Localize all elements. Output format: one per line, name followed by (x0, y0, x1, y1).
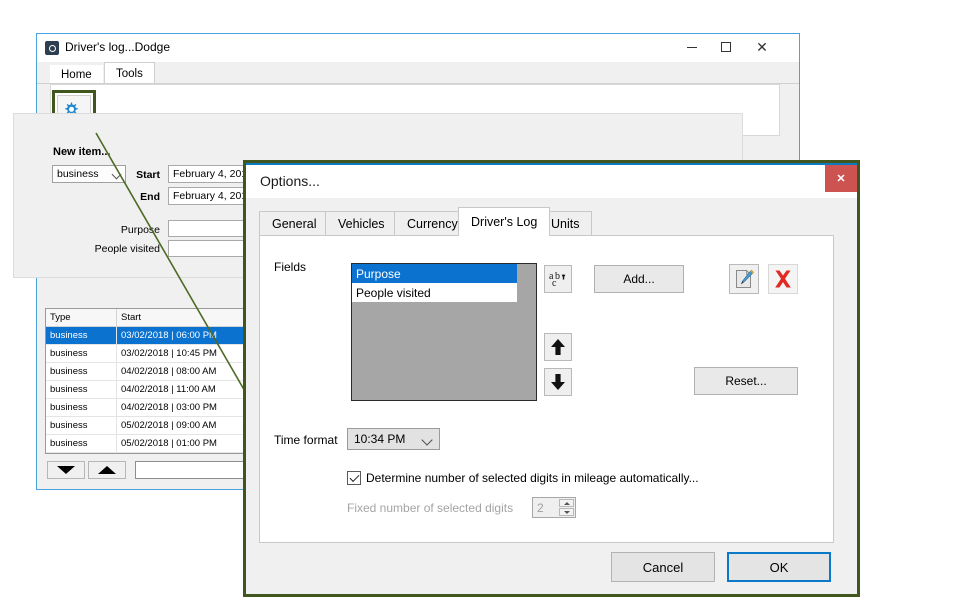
spinner-down-button[interactable] (559, 508, 574, 516)
cell-type: business (46, 381, 117, 399)
cell-type: business (46, 327, 117, 345)
fields-label: Fields (274, 260, 306, 274)
sort-alpha-ascending-icon: a b c (548, 269, 568, 289)
screen: Driver's log...Dodge ✕ Home Tools New it… (0, 0, 960, 600)
cell-start: 05/02/2018 | 01:00 PM (117, 435, 244, 453)
maximize-button[interactable] (711, 34, 741, 60)
cell-type: business (46, 453, 117, 455)
type-dropdown-value: business (57, 168, 98, 180)
app-icon (45, 41, 59, 55)
move-field-down-button[interactable] (544, 368, 572, 396)
window-title: Driver's log...Dodge (65, 40, 170, 54)
caret-up-icon (564, 502, 570, 505)
fields-list-item[interactable]: People visited (352, 283, 517, 302)
dialog-tabbar: General Vehicles Currency Driver's Log U… (259, 207, 834, 236)
cell-type: business (46, 399, 117, 417)
tab-general[interactable]: General (259, 211, 329, 236)
move-down-record-button[interactable] (47, 461, 85, 479)
minimize-button[interactable] (677, 34, 707, 60)
red-x-delete-icon (771, 267, 795, 291)
spinner-up-button[interactable] (559, 499, 574, 507)
tab-drivers-log[interactable]: Driver's Log (458, 207, 550, 236)
svg-text:c: c (552, 278, 557, 289)
cell-start: 04/02/2018 | 11:00 AM (117, 381, 244, 399)
time-format-dropdown[interactable]: 10:34 PM (347, 428, 440, 450)
cell-start: 04/02/2018 | 03:00 PM (117, 399, 244, 417)
move-field-up-button[interactable] (544, 333, 572, 361)
close-button[interactable]: ✕ (747, 34, 777, 60)
cell-type: business (46, 363, 117, 381)
fields-list-item[interactable]: Purpose (352, 264, 517, 283)
reset-button[interactable]: Reset... (694, 367, 798, 395)
tab-vehicles[interactable]: Vehicles (325, 211, 398, 236)
cell-type: business (46, 345, 117, 363)
cell-start: 03/02/2018 | 10:45 PM (117, 345, 244, 363)
arrow-down-icon (548, 372, 568, 392)
check-icon (349, 472, 359, 482)
dialog-close-button[interactable]: ✕ (825, 165, 857, 192)
column-header-type[interactable]: Type (46, 309, 117, 327)
people-visited-label: People visited (60, 243, 160, 255)
cell-start: 05/02/2018 | 09:00 AM (117, 417, 244, 435)
cell-type: business (46, 417, 117, 435)
cancel-button[interactable]: Cancel (611, 552, 715, 582)
ribbon-tab-tools[interactable]: Tools (104, 62, 155, 84)
cell-start: 06/02/2018 | 06:15 AM (117, 453, 244, 455)
main-titlebar: Driver's log...Dodge ✕ (37, 34, 799, 62)
edit-document-pencil-icon (733, 268, 755, 290)
dialog-title: Options... (260, 173, 320, 189)
new-item-group-title: New item... (50, 146, 113, 158)
ok-button[interactable]: OK (727, 552, 831, 582)
triangle-down-icon (57, 466, 75, 474)
end-label: End (105, 191, 160, 203)
fixed-digits-value: 2 (537, 501, 544, 515)
fixed-digits-label: Fixed number of selected digits (347, 501, 513, 515)
triangle-up-icon (98, 466, 116, 474)
ribbon-tab-home[interactable]: Home (50, 65, 103, 84)
add-field-button[interactable]: Add... (594, 265, 684, 293)
time-format-label: Time format (274, 433, 338, 447)
column-header-start[interactable]: Start (117, 309, 244, 327)
cell-start: 03/02/2018 | 06:00 PM (117, 327, 244, 345)
fixed-digits-spinner[interactable]: 2 (532, 497, 576, 518)
time-format-value: 10:34 PM (354, 432, 405, 446)
cell-start: 04/02/2018 | 08:00 AM (117, 363, 244, 381)
delete-field-button[interactable] (768, 264, 798, 294)
start-label: Start (105, 169, 160, 181)
edit-field-button[interactable] (729, 264, 759, 294)
arrow-up-icon (548, 337, 568, 357)
auto-digits-checkbox[interactable] (347, 471, 361, 485)
fields-listbox[interactable]: PurposePeople visited (351, 263, 537, 401)
move-up-record-button[interactable] (88, 461, 126, 479)
spinner-buttons[interactable] (559, 499, 574, 516)
caret-down-icon (564, 511, 570, 514)
chevron-down-icon (421, 434, 432, 445)
sort-fields-button[interactable]: a b c (544, 265, 572, 293)
dialog-titlebar: Options... ✕ (246, 165, 857, 198)
ribbon-tabbar: Home Tools (37, 62, 799, 84)
cell-type: business (46, 435, 117, 453)
purpose-label: Purpose (80, 224, 160, 236)
auto-digits-label: Determine number of selected digits in m… (366, 471, 699, 485)
